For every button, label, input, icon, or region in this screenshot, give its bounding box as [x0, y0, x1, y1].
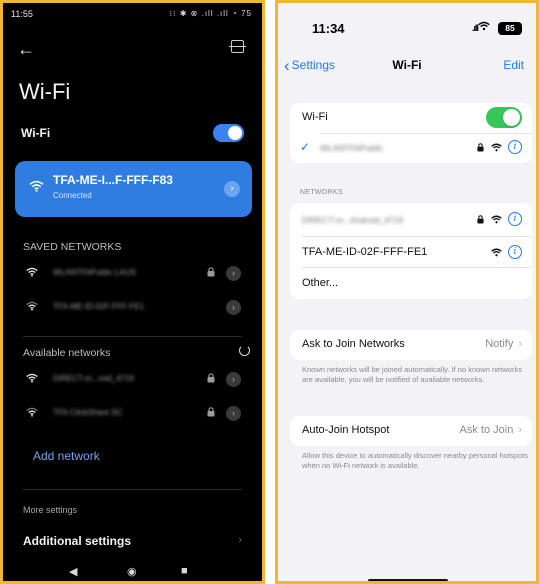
ios-status-bar: 11:34 .ıll 85: [278, 17, 536, 36]
wifi-icon: [26, 407, 38, 417]
add-network-link[interactable]: Add network: [33, 449, 100, 463]
lock-icon: [207, 267, 215, 277]
auto-join-value-text: Ask to Join: [459, 424, 514, 436]
ask-to-join-footer: Known networks will be joined automatica…: [302, 365, 522, 384]
auto-join-hotspot-value: Ask to Join ›: [460, 424, 522, 436]
chevron-right-icon[interactable]: ›: [224, 181, 240, 197]
info-icon[interactable]: i: [508, 245, 522, 259]
android-wifi-screen: 11:55 ⁝⁝ ✱ ⊗ .ıll .ıll ◔ 75 ← Wi-Fi Wi-F…: [0, 0, 265, 584]
network-name: DIRECT-m...Android_4719: [302, 215, 404, 225]
ask-to-join-value-text: Notify: [485, 338, 514, 350]
screenshot-comparison: 11:55 ⁝⁝ ✱ ⊗ .ıll .ıll ◔ 75 ← Wi-Fi Wi-F…: [0, 0, 539, 584]
saved-network-item[interactable]: WLANTFAPublic LAUS ›: [23, 264, 245, 284]
wifi-toggle[interactable]: [213, 124, 244, 142]
network-name: TFA-ME-ID-02F-FFF-FE1: [302, 246, 428, 258]
nav-recents-icon[interactable]: ■: [181, 565, 188, 577]
divider: [23, 489, 242, 490]
chevron-right-icon[interactable]: ›: [226, 266, 241, 281]
available-networks-header: Available networks: [23, 347, 111, 359]
status-icons: ⁝⁝ ✱ ⊗ .ıll .ıll ◔ 75: [169, 9, 252, 18]
wifi-icon: [26, 267, 38, 277]
wifi-icon: [26, 373, 38, 383]
wifi-icon: [491, 215, 502, 224]
wifi-icon: [491, 248, 502, 257]
connected-network-row[interactable]: ✓ WLANTFAPublic i: [290, 133, 532, 163]
other-network-row[interactable]: Other...: [290, 269, 532, 299]
chevron-right-icon: ›: [518, 338, 522, 350]
divider: [23, 336, 242, 337]
lock-icon: [207, 407, 215, 417]
connected-network-name: TFA-ME-I...F-FFF-F83: [53, 173, 173, 187]
wifi-card: Wi-Fi ✓ WLANTFAPublic i: [290, 103, 532, 163]
nav-back-icon[interactable]: ◀: [69, 565, 77, 578]
network-row[interactable]: DIRECT-m...Android_4719 i: [290, 205, 532, 235]
auto-join-hotspot-row[interactable]: Auto-Join Hotspot Ask to Join ›: [290, 416, 532, 446]
additional-settings-item[interactable]: Additional settings: [23, 534, 131, 548]
qr-scan-icon[interactable]: [229, 40, 246, 53]
back-arrow-icon[interactable]: ←: [17, 39, 35, 60]
wifi-icon: [478, 21, 490, 31]
ask-to-join-card[interactable]: Ask to Join Networks Notify ›: [290, 330, 532, 360]
android-status-bar: 11:55 ⁝⁝ ✱ ⊗ .ıll .ıll ◔ 75: [11, 9, 252, 23]
checkmark-icon: ✓: [300, 140, 311, 154]
wifi-icon: [26, 301, 38, 311]
auto-join-hotspot-card[interactable]: Auto-Join Hotspot Ask to Join ›: [290, 416, 532, 446]
divider: [302, 236, 532, 237]
wifi-label: Wi-Fi: [21, 126, 51, 140]
android-nav-bar: ◀ ◉ ■: [3, 563, 262, 581]
networks-header: NETWORKS: [300, 189, 343, 196]
wifi-toggle[interactable]: [486, 107, 522, 128]
edit-button[interactable]: Edit: [503, 58, 524, 72]
lock-icon: [477, 143, 484, 152]
wifi-toggle-row[interactable]: Wi-Fi: [21, 123, 244, 143]
connected-status: Connected: [53, 191, 92, 200]
lock-icon: [207, 373, 215, 383]
available-network-item[interactable]: TFA-ClickShare SC ›: [23, 404, 245, 424]
navigation-bar: ‹ Settings Wi-Fi Edit: [278, 53, 536, 75]
network-name: DIRECT-m...roid_4719: [53, 374, 134, 383]
chevron-right-icon[interactable]: ›: [226, 372, 241, 387]
status-time: 11:55: [11, 9, 33, 19]
network-name: WLANTFAPublic LAUS: [53, 268, 136, 277]
home-indicator[interactable]: [368, 579, 448, 581]
ask-to-join-label: Ask to Join Networks: [302, 338, 405, 350]
network-name: TFA-ClickShare SC: [53, 408, 123, 417]
wifi-icon: [491, 143, 502, 152]
other-network-label: Other...: [302, 277, 339, 289]
battery-indicator: 85: [498, 22, 522, 35]
refresh-icon[interactable]: [239, 345, 250, 356]
auto-join-hotspot-label: Auto-Join Hotspot: [302, 424, 390, 436]
saved-network-item[interactable]: TFA-ME-ID-02F-FFF-FE1 ›: [23, 298, 245, 318]
networks-card: DIRECT-m...Android_4719 i TFA-ME-ID-02F-…: [290, 203, 532, 299]
network-name: TFA-ME-ID-02F-FFF-FE1: [53, 302, 145, 311]
divider: [302, 267, 532, 268]
nav-home-icon[interactable]: ◉: [127, 565, 137, 578]
wifi-icon: [29, 180, 44, 192]
available-network-item[interactable]: DIRECT-m...roid_4719 ›: [23, 370, 245, 390]
info-icon[interactable]: i: [508, 212, 522, 226]
chevron-right-icon[interactable]: ›: [226, 300, 241, 315]
wifi-toggle-row: Wi-Fi: [290, 103, 532, 133]
ask-to-join-value: Notify ›: [485, 338, 522, 350]
connected-network-card[interactable]: TFA-ME-I...F-FFF-F83 Connected ›: [15, 161, 252, 217]
page-title: Wi-Fi: [392, 58, 422, 72]
more-settings-header: More settings: [23, 505, 78, 515]
info-icon[interactable]: i: [508, 140, 522, 154]
connected-network-name: WLANTFAPublic: [320, 143, 384, 153]
ask-to-join-row[interactable]: Ask to Join Networks Notify ›: [290, 330, 532, 360]
network-row[interactable]: TFA-ME-ID-02F-FFF-FE1 i: [290, 238, 532, 268]
lock-icon: [477, 215, 484, 224]
chevron-right-icon: ›: [238, 534, 242, 546]
chevron-right-icon: ›: [518, 424, 522, 436]
auto-join-hotspot-footer: Allow this device to automatically disco…: [302, 451, 528, 470]
ios-wifi-screen: 11:34 .ıll 85 ‹ Settings Wi-Fi Edit Wi-Fi…: [275, 0, 539, 584]
saved-networks-header: SAVED NETWORKS: [23, 241, 122, 253]
wifi-label: Wi-Fi: [302, 111, 328, 123]
page-title: Wi-Fi: [19, 79, 71, 104]
status-time: 11:34: [312, 21, 345, 36]
chevron-right-icon[interactable]: ›: [226, 406, 241, 421]
